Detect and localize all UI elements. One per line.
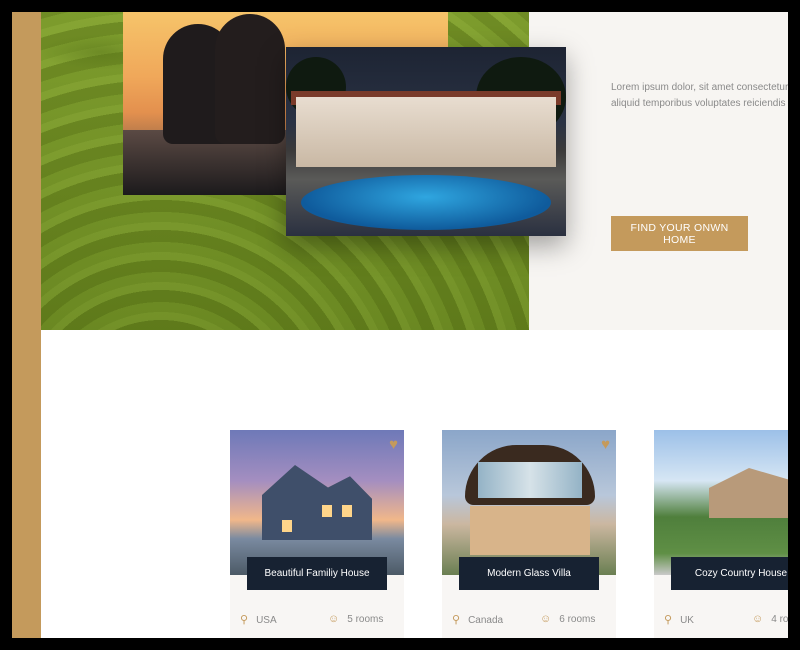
location-pin-icon: ⚲ [240, 614, 249, 626]
property-rooms: ☺ 5 rooms [328, 613, 383, 625]
hero-description-line-2: aliquid temporibus voluptates reiciendis… [611, 98, 788, 109]
heart-icon[interactable]: ♥ [601, 436, 610, 453]
user-icon: ☺ [540, 613, 552, 625]
user-icon: ☺ [328, 613, 340, 625]
property-image [230, 430, 404, 575]
hero-text-panel [529, 12, 788, 330]
location-label: Canada [468, 615, 504, 626]
property-title-button[interactable]: Cozy Country House [671, 557, 788, 590]
property-location: ⚲ Canada [452, 613, 503, 626]
location-pin-icon: ⚲ [452, 614, 461, 626]
property-rooms: ☺ 6 rooms [540, 613, 595, 625]
property-image [654, 430, 788, 575]
property-card[interactable]: ♥ Beautiful Familiy House ⚲ USA ☺ 5 rooms [230, 430, 404, 638]
property-rooms: ☺ 4 rooms [752, 613, 788, 625]
user-icon: ☺ [752, 613, 764, 625]
location-label: UK [680, 615, 694, 626]
hero-description-line-1: Lorem ipsum dolor, sit amet consectetur … [611, 82, 788, 93]
location-label: USA [256, 615, 277, 626]
rooms-label: 5 rooms [347, 614, 384, 625]
left-accent-strip [12, 12, 41, 638]
rooms-label: 4 rooms [771, 614, 788, 625]
location-pin-icon: ⚲ [664, 614, 673, 626]
property-location: ⚲ UK [664, 613, 694, 626]
rooms-label: 6 rooms [559, 614, 596, 625]
property-card[interactable]: ♥ Modern Glass Villa ⚲ Canada ☺ 6 rooms [442, 430, 616, 638]
property-title-button[interactable]: Beautiful Familiy House [247, 557, 387, 590]
hero-description: Lorem ipsum dolor, sit amet consectetur … [611, 80, 788, 112]
page-frame: Lorem ipsum dolor, sit amet consectetur … [12, 12, 788, 638]
property-card[interactable]: Cozy Country House ⚲ UK ☺ 4 rooms [654, 430, 788, 638]
property-location: ⚲ USA [240, 613, 277, 626]
hero-photo-villa-pool [286, 47, 566, 236]
property-image [442, 430, 616, 575]
property-title-button[interactable]: Modern Glass Villa [459, 557, 599, 590]
find-home-button[interactable]: FIND YOUR ONWN HOME [611, 216, 748, 251]
heart-icon[interactable]: ♥ [389, 436, 398, 453]
